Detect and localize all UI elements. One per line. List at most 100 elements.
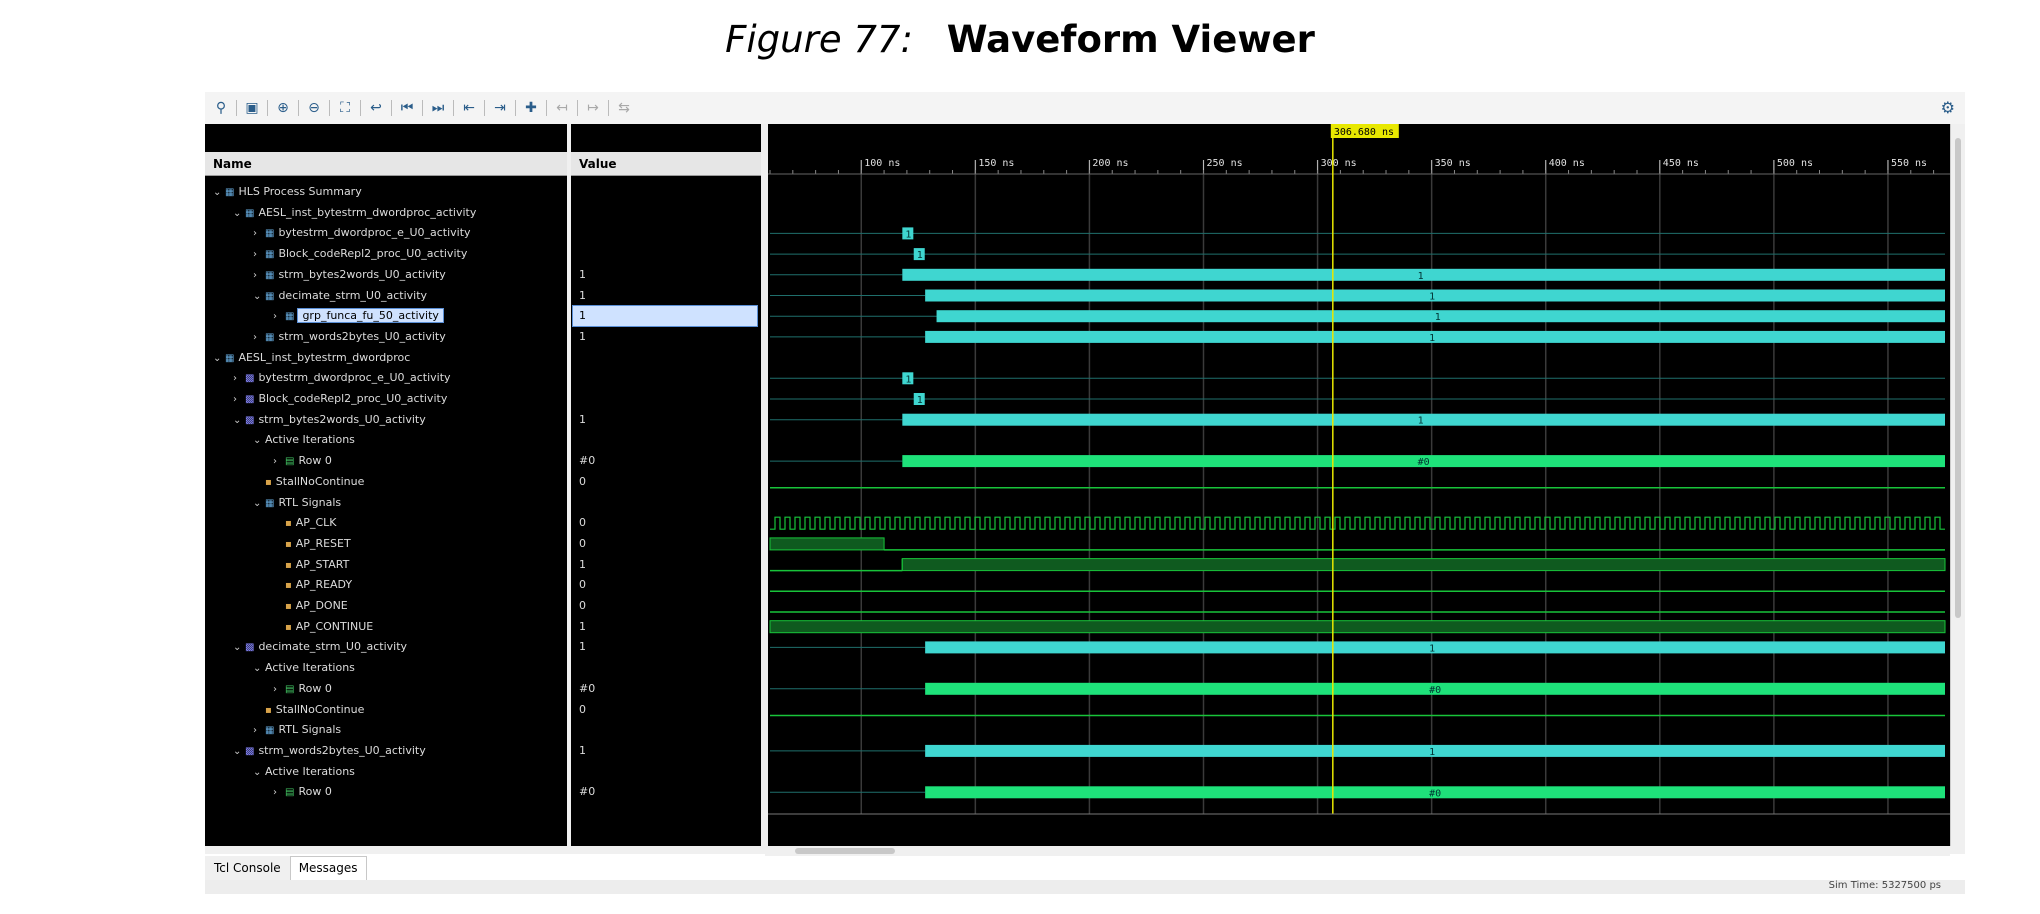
signal-row[interactable]: ▪ AP_RESET — [205, 534, 351, 554]
tab-messages[interactable]: Messages — [289, 856, 367, 880]
chevron-right-icon[interactable]: › — [253, 721, 265, 741]
signal-row[interactable]: › ▦ Block_codeRepl2_proc_U0_activity — [205, 244, 467, 264]
chevron-right-icon[interactable]: › — [253, 328, 265, 348]
signal-row[interactable]: ▪ AP_CLK — [205, 513, 336, 533]
save-icon[interactable]: ▣ — [242, 98, 262, 118]
block-icon: ▩ — [245, 745, 255, 757]
signal-row[interactable]: ▪ AP_START — [205, 555, 349, 575]
waveform-canvas[interactable]: 100 ns 150 ns 200 ns 250 ns 300 ns 350 ns 400 … — [768, 124, 1950, 846]
chevron-right-icon[interactable]: › — [253, 266, 265, 286]
signal-row[interactable]: ▪ StallNoContinue — [205, 700, 364, 720]
signal-row[interactable]: ⌄ ▦ RTL Signals — [205, 493, 341, 513]
signal-row[interactable]: ⌄ ▦ HLS Process Summary — [205, 182, 362, 202]
chevron-right-icon[interactable]: › — [273, 452, 285, 472]
signal-row[interactable]: › ▤ Row 0 — [205, 679, 332, 699]
previous-transition-icon[interactable]: ⇤ — [459, 98, 479, 118]
signal-row[interactable]: › ▤ Row 0 — [205, 451, 332, 471]
chevron-right-icon[interactable]: › — [273, 783, 285, 803]
name-column-header[interactable]: Name — [205, 152, 567, 176]
signal-row[interactable]: › ▦ RTL Signals — [205, 720, 341, 740]
chevron-down-icon[interactable]: ⌄ — [213, 183, 225, 203]
waveform-pane[interactable]: 100 ns 150 ns 200 ns 250 ns 300 ns 350 ns 400 … — [765, 124, 1950, 846]
go-to-start-icon[interactable]: ⏮ — [397, 98, 417, 118]
signal-row[interactable]: ⌄ ▦ AESL_inst_bytestrm_dwordproc_activity — [205, 203, 476, 223]
signal-row[interactable]: › ▩ Block_codeRepl2_proc_U0_activity — [205, 389, 447, 409]
signal-high-region — [769, 620, 1946, 634]
group-icon: ▦ — [225, 352, 235, 364]
signal-row[interactable]: › ▩ bytestrm_dwordproc_e_U0_activity — [205, 368, 451, 388]
signal-row[interactable]: › ▦ strm_bytes2words_U0_activity — [205, 265, 446, 285]
go-to-end-icon[interactable]: ⏭ — [428, 98, 448, 118]
signal-row[interactable]: ⌄ Active Iterations — [205, 762, 355, 782]
chevron-down-icon[interactable]: ⌄ — [213, 349, 225, 369]
signal-name: decimate_strm_U0_activity — [258, 640, 408, 654]
chevron-down-icon[interactable]: ⌄ — [253, 494, 265, 514]
go-to-cursor-icon[interactable]: ↩ — [366, 98, 386, 118]
horizontal-scrollbar[interactable] — [765, 846, 1950, 856]
chevron-down-icon[interactable]: ⌄ — [253, 763, 265, 783]
signal-value: 0 — [579, 536, 586, 550]
search-icon[interactable]: ⚲ — [211, 98, 231, 118]
chevron-right-icon[interactable]: › — [273, 307, 285, 327]
group-icon: ▦ — [265, 290, 275, 302]
signal-row[interactable]: ▪ StallNoContinue — [205, 472, 364, 492]
chevron-down-icon[interactable]: ⌄ — [233, 204, 245, 224]
signal-row[interactable]: ⌄ ▩ strm_words2bytes_U0_activity — [205, 741, 426, 761]
vertical-scrollbar[interactable] — [1950, 124, 1965, 846]
chevron-right-icon[interactable]: › — [233, 369, 245, 389]
toolbar-separator — [298, 100, 299, 116]
value-column-header[interactable]: Value — [571, 152, 761, 176]
signal-row[interactable]: ⌄ ▩ decimate_strm_U0_activity — [205, 637, 407, 657]
chevron-down-icon[interactable]: ⌄ — [233, 638, 245, 658]
ruler-tick-label: 150 ns — [978, 158, 1014, 169]
swap-markers-icon[interactable]: ⇆ — [614, 98, 634, 118]
previous-marker-icon[interactable]: ↤ — [552, 98, 572, 118]
toolbar-separator — [608, 100, 609, 116]
add-marker-icon[interactable]: ✚ — [521, 98, 541, 118]
zoom-fit-icon[interactable]: ⛶ — [335, 98, 355, 118]
zoom-out-icon[interactable]: ⊖ — [304, 98, 324, 118]
signal-row[interactable]: ▪ AP_DONE — [205, 596, 348, 616]
chevron-down-icon[interactable]: ⌄ — [233, 742, 245, 762]
block-icon: ▩ — [245, 394, 255, 405]
signal-row[interactable]: › ▦ bytestrm_dwordproc_e_U0_activity — [205, 223, 471, 243]
signal-row[interactable]: › ▦ grp_funca_fu_50_activity — [205, 306, 444, 327]
signal-row[interactable]: ▪ AP_CONTINUE — [205, 617, 373, 637]
chevron-right-icon[interactable]: › — [273, 680, 285, 700]
signal-value: 1 — [579, 640, 586, 654]
chevron-right-icon[interactable]: › — [253, 245, 265, 265]
chevron-down-icon[interactable]: ⌄ — [253, 659, 265, 679]
signal-name: grp_funca_fu_50_activity — [297, 308, 444, 324]
chevron-right-icon[interactable]: › — [233, 390, 245, 410]
chevron-right-icon[interactable]: › — [253, 224, 265, 244]
next-transition-icon[interactable]: ⇥ — [490, 98, 510, 118]
signal-high-region — [769, 537, 885, 551]
ruler-tick-label: 100 ns — [864, 158, 900, 169]
signal-name: bytestrm_dwordproc_e_U0_activity — [278, 226, 471, 240]
block-icon: ▩ — [245, 642, 255, 654]
signal-row[interactable]: ⌄ ▦ decimate_strm_U0_activity — [205, 286, 427, 306]
signal-row[interactable]: › ▦ strm_words2bytes_U0_activity — [205, 327, 446, 347]
scrollbar-thumb[interactable] — [795, 848, 895, 854]
signal-row[interactable]: ⌄ ▦ AESL_inst_bytestrm_dwordproc — [205, 348, 410, 368]
signal-icon: ▪ — [285, 559, 292, 571]
scrollbar-thumb[interactable] — [1955, 138, 1961, 618]
signal-name: strm_words2bytes_U0_activity — [258, 743, 426, 757]
row-icon: ▤ — [285, 683, 295, 695]
chevron-down-icon[interactable]: ⌄ — [253, 431, 265, 451]
chevron-down-icon[interactable]: ⌄ — [233, 411, 245, 431]
signal-row[interactable]: ⌄ Active Iterations — [205, 430, 355, 450]
tab-tcl-console[interactable]: Tcl Console — [205, 856, 290, 880]
group-icon: ▦ — [265, 269, 275, 281]
signal-row[interactable]: ⌄ ▩ strm_bytes2words_U0_activity — [205, 410, 426, 430]
signal-row[interactable]: ⌄ Active Iterations — [205, 658, 355, 678]
signal-row[interactable]: › ▤ Row 0 — [205, 782, 332, 802]
chevron-down-icon[interactable]: ⌄ — [253, 287, 265, 307]
signal-row[interactable]: ▪ AP_READY — [205, 575, 352, 595]
signal-name: AP_READY — [295, 578, 353, 592]
next-marker-icon[interactable]: ↦ — [583, 98, 603, 118]
toolbar-separator — [577, 100, 578, 116]
toolbar-separator — [484, 100, 485, 116]
gear-icon[interactable]: ⚙ — [1941, 98, 1955, 117]
zoom-in-icon[interactable]: ⊕ — [273, 98, 293, 118]
